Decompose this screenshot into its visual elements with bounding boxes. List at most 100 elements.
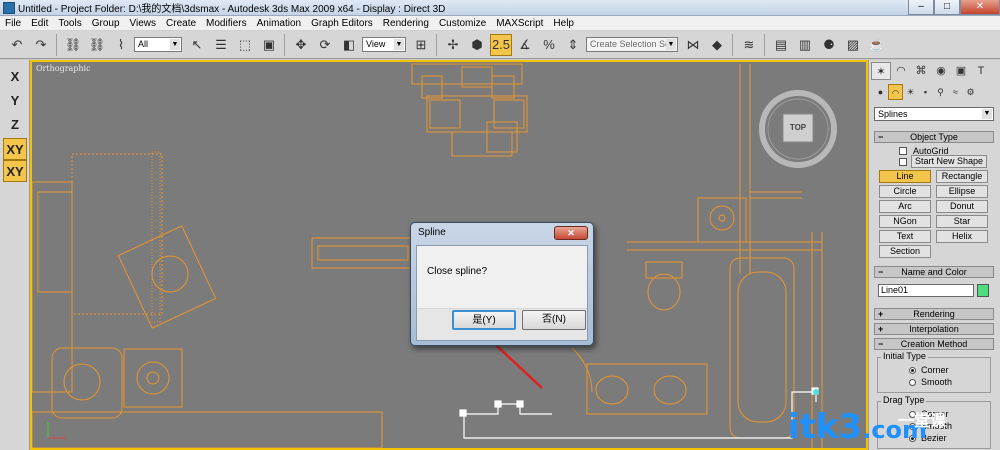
dialog-close-button[interactable]: ✕ [554,226,588,240]
shapes-icon[interactable]: ◠ [888,84,903,100]
menu-file[interactable]: File [0,16,26,31]
menu-create[interactable]: Create [161,16,201,31]
hierarchy-tab-icon[interactable]: ⌘ [911,62,931,80]
viewcube[interactable]: TOP [757,88,839,170]
rollout-creation-method[interactable]: − Creation Method [874,338,994,350]
object-name-input[interactable]: Line01 [878,284,974,297]
command-panel-tabs: ✶ ◠ ⌘ ◉ ▣ T [871,62,999,82]
scale-icon[interactable]: ◧ [338,34,360,56]
rollout-object-type[interactable]: − Object Type [874,131,994,143]
close-button[interactable]: ✕ [960,0,1000,15]
create-tab-icon[interactable]: ✶ [871,62,891,80]
schematic-view-icon[interactable]: ▥ [794,34,816,56]
pivot-center-icon[interactable]: ⊞ [410,34,432,56]
rollout-title: Name and Color [901,267,967,277]
geometry-icon[interactable]: ● [873,84,888,100]
ngon-button[interactable]: NGon [879,215,931,228]
menu-group[interactable]: Group [87,16,125,31]
menu-modifiers[interactable]: Modifiers [201,16,252,31]
menu-tools[interactable]: Tools [53,16,86,31]
keyboard-shortcut-override-icon[interactable]: ⬢ [466,34,488,56]
chevron-down-icon: ▼ [170,39,180,50]
star-button[interactable]: Star [936,215,988,228]
rectangle-button[interactable]: Rectangle [936,170,988,183]
object-color-swatch[interactable] [977,284,989,297]
plan-lamp [136,361,170,395]
viewcube-face-label[interactable]: TOP [785,118,811,138]
space-warps-icon[interactable]: ≈ [948,84,963,100]
axis-xy-cycle-button[interactable]: XY [3,160,27,182]
select-object-icon[interactable]: ↖ [186,34,208,56]
layer-manager-icon[interactable]: ≋ [738,34,760,56]
spline-line01 [459,387,819,439]
yes-button[interactable]: 是(Y) [452,310,516,330]
lights-icon[interactable]: ☀ [903,84,918,100]
rollout-name-and-color[interactable]: − Name and Color [874,266,994,278]
axis-y-button[interactable]: Y [3,90,27,112]
redo-icon[interactable]: ↷ [30,34,52,56]
menu-graph-editors[interactable]: Graph Editors [306,16,378,31]
systems-icon[interactable]: ⚙ [963,84,978,100]
plan-armchair [117,225,217,329]
plan-counter [586,363,708,415]
select-by-name-icon[interactable]: ☰ [210,34,232,56]
move-icon[interactable]: ✥ [290,34,312,56]
rollout-rendering[interactable]: + Rendering [874,308,994,320]
bind-space-warp-icon[interactable]: ⌇ [110,34,132,56]
angle-snap-icon[interactable]: ∡ [514,34,536,56]
line-button[interactable]: Line [879,170,931,183]
spinner-snap-icon[interactable]: ⇕ [562,34,584,56]
utilities-tab-icon[interactable]: T [971,62,991,80]
render-setup-icon[interactable]: ▨ [842,34,864,56]
unlink-icon[interactable]: ⛓ [86,34,108,56]
menu-edit[interactable]: Edit [26,16,53,31]
menu-maxscript[interactable]: MAXScript [491,16,548,31]
rollout-title: Interpolation [909,324,959,334]
select-manipulate-icon[interactable]: ✢ [442,34,464,56]
axis-x-button[interactable]: X [3,66,27,88]
display-tab-icon[interactable]: ▣ [951,62,971,80]
snaps-toggle-icon[interactable]: 2.5 [490,33,512,56]
align-icon[interactable]: ◆ [706,34,728,56]
modify-tab-icon[interactable]: ◠ [891,62,911,80]
rectangular-selection-icon[interactable]: ⬚ [234,34,256,56]
helpers-icon[interactable]: ⚲ [933,84,948,100]
rotate-icon[interactable]: ⟳ [314,34,336,56]
no-button[interactable]: 否(N) [522,310,586,330]
reference-coordinate-dropdown[interactable]: View ▼ [362,37,406,52]
material-editor-icon[interactable]: ⚈ [818,34,840,56]
axis-xy-button[interactable]: XY [3,138,27,160]
text-button[interactable]: Text [879,230,931,243]
curve-editor-icon[interactable]: ▤ [770,34,792,56]
section-button[interactable]: Section [879,245,931,258]
ellipse-button[interactable]: Ellipse [936,185,988,198]
helix-button[interactable]: Helix [936,230,988,243]
menu-animation[interactable]: Animation [252,16,306,31]
menu-views[interactable]: Views [125,16,162,31]
arc-button[interactable]: Arc [879,200,931,213]
toolbar-separator [436,33,440,56]
percent-snap-icon[interactable]: % [538,34,560,56]
spline-vertex [516,400,524,408]
undo-icon[interactable]: ↶ [6,34,28,56]
start-new-shape-button[interactable]: Start New Shape [911,155,987,168]
motion-tab-icon[interactable]: ◉ [931,62,951,80]
shape-category-dropdown[interactable]: Splines ▼ [874,107,994,121]
selection-filter-dropdown[interactable]: All ▼ [134,37,182,52]
select-and-link-icon[interactable]: ⛓ [62,34,84,56]
circle-button[interactable]: Circle [879,185,931,198]
menu-help[interactable]: Help [548,16,579,31]
maximize-button[interactable]: □ [934,0,960,15]
plan-armchair-seat [63,363,101,401]
minimize-button[interactable]: – [908,0,934,15]
cameras-icon[interactable]: ▪ [918,84,933,100]
menu-customize[interactable]: Customize [434,16,491,31]
render-icon[interactable]: ☕ [866,34,888,56]
mirror-icon[interactable]: ⋈ [682,34,704,56]
menu-rendering[interactable]: Rendering [378,16,434,31]
window-crossing-icon[interactable]: ▣ [258,34,280,56]
rollout-interpolation[interactable]: + Interpolation [874,323,994,335]
donut-button[interactable]: Donut [936,200,988,213]
axis-z-button[interactable]: Z [3,114,27,136]
named-selection-set-field[interactable]: Create Selection Set ▼ [586,37,678,52]
